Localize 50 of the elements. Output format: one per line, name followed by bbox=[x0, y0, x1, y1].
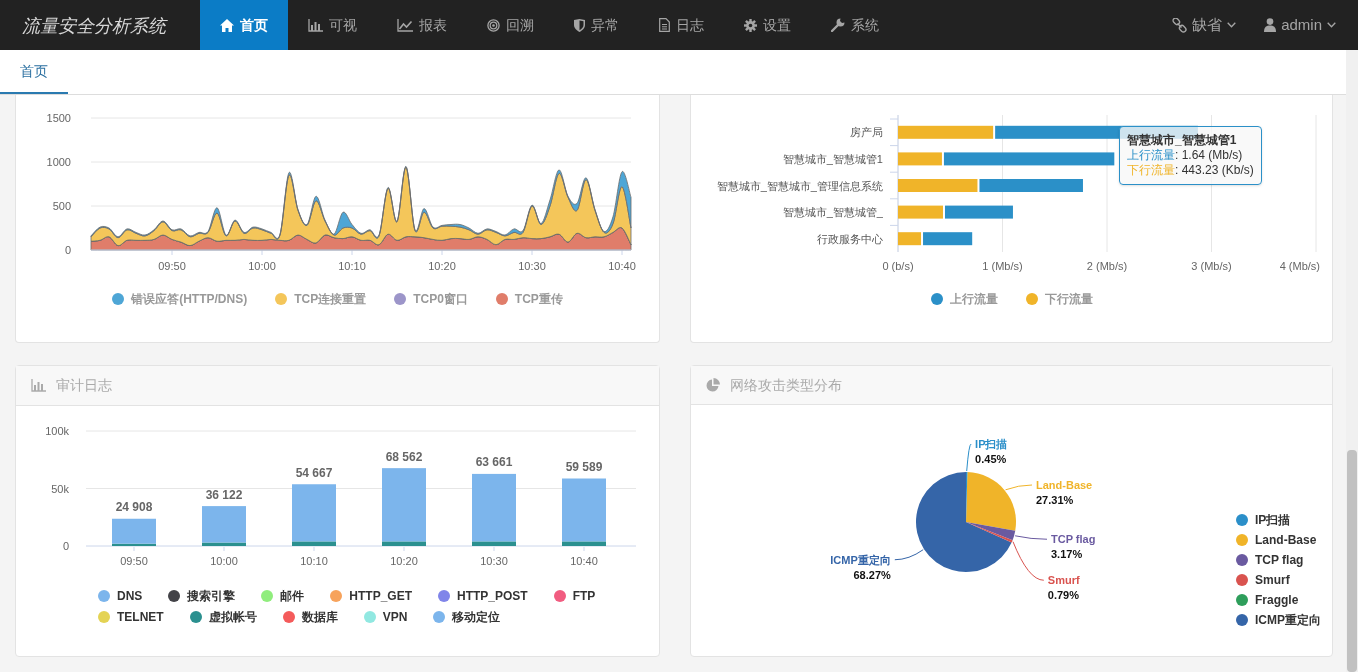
axis-label: 10:20 bbox=[390, 555, 418, 567]
slice-label: ICMP重定向 bbox=[830, 553, 891, 566]
axis-label: 0 (b/s) bbox=[882, 260, 914, 272]
axis-label: 500 bbox=[52, 200, 71, 212]
data-label: 59 589 bbox=[565, 460, 603, 474]
card-title: 审计日志 bbox=[56, 376, 112, 395]
data-label: 63 661 bbox=[475, 455, 513, 470]
axis-label: 智慧城市_智慧城管1 bbox=[782, 152, 883, 165]
axis-label: 10:40 bbox=[608, 260, 636, 272]
axis-label: 09:50 bbox=[158, 260, 186, 272]
axis-label: 3 (Mb/s) bbox=[1191, 260, 1232, 272]
slice-value: 27.31% bbox=[1036, 494, 1074, 506]
tooltip-row-text: 上行流量: 1.64 (Mb/s) bbox=[1127, 148, 1244, 163]
axis-label: 10:20 bbox=[428, 260, 456, 272]
slice-label: Land-Base bbox=[1036, 479, 1093, 491]
axis-label: 100k bbox=[45, 425, 69, 437]
axis-label: 10:10 bbox=[338, 260, 366, 272]
axis-label: 10:00 bbox=[248, 260, 276, 272]
axis-label: 50k bbox=[51, 482, 69, 495]
axis-label: 房产局 bbox=[850, 126, 883, 139]
slice-value: 0.79% bbox=[1047, 589, 1079, 602]
slice-label: Smurf bbox=[1047, 574, 1080, 587]
axis-label: 2 (Mb/s) bbox=[1086, 260, 1128, 272]
slice-label: IP扫描 bbox=[975, 438, 1008, 450]
axis-label: 1000 bbox=[46, 156, 71, 168]
data-label: 54 667 bbox=[295, 465, 333, 480]
data-label: 24 908 bbox=[115, 500, 153, 515]
axis-label: 4 (Mb/s) bbox=[1279, 260, 1320, 272]
axis-label: 0 bbox=[64, 244, 71, 256]
axis-label: 09:50 bbox=[120, 555, 148, 567]
axis-label: 智慧城市_智慧城市_管理信息系统 bbox=[716, 179, 883, 192]
tooltip-title: 智慧城市_智慧城管1 bbox=[1127, 133, 1238, 148]
axis-label: 0 bbox=[62, 540, 69, 552]
axis-label: 10:00 bbox=[210, 555, 238, 567]
axis-label: 智慧城市_智慧城管_ bbox=[782, 206, 883, 219]
axis-label: 10:30 bbox=[518, 260, 546, 272]
axis-label: 10:40 bbox=[570, 555, 598, 567]
slice-label: TCP flag bbox=[1051, 533, 1096, 546]
data-label: 36 122 bbox=[205, 487, 243, 502]
data-label: 68 562 bbox=[385, 449, 423, 464]
slice-value: 0.45% bbox=[975, 453, 1007, 465]
card-title: 网络攻击类型分布 bbox=[730, 375, 842, 395]
axis-label: 行政服务中心 bbox=[817, 232, 883, 245]
tooltip-row: 下行流量: 443.23 (Kb/s) bbox=[1127, 163, 1254, 178]
axis-label: 1500 bbox=[46, 112, 71, 124]
slice-value: 68.27% bbox=[853, 568, 891, 581]
slice-value: 3.17% bbox=[1051, 548, 1083, 561]
axis-label: 10:30 bbox=[480, 555, 508, 567]
axis-label: 1 (Mb/s) bbox=[982, 260, 1023, 272]
axis-label: 10:10 bbox=[300, 555, 328, 567]
